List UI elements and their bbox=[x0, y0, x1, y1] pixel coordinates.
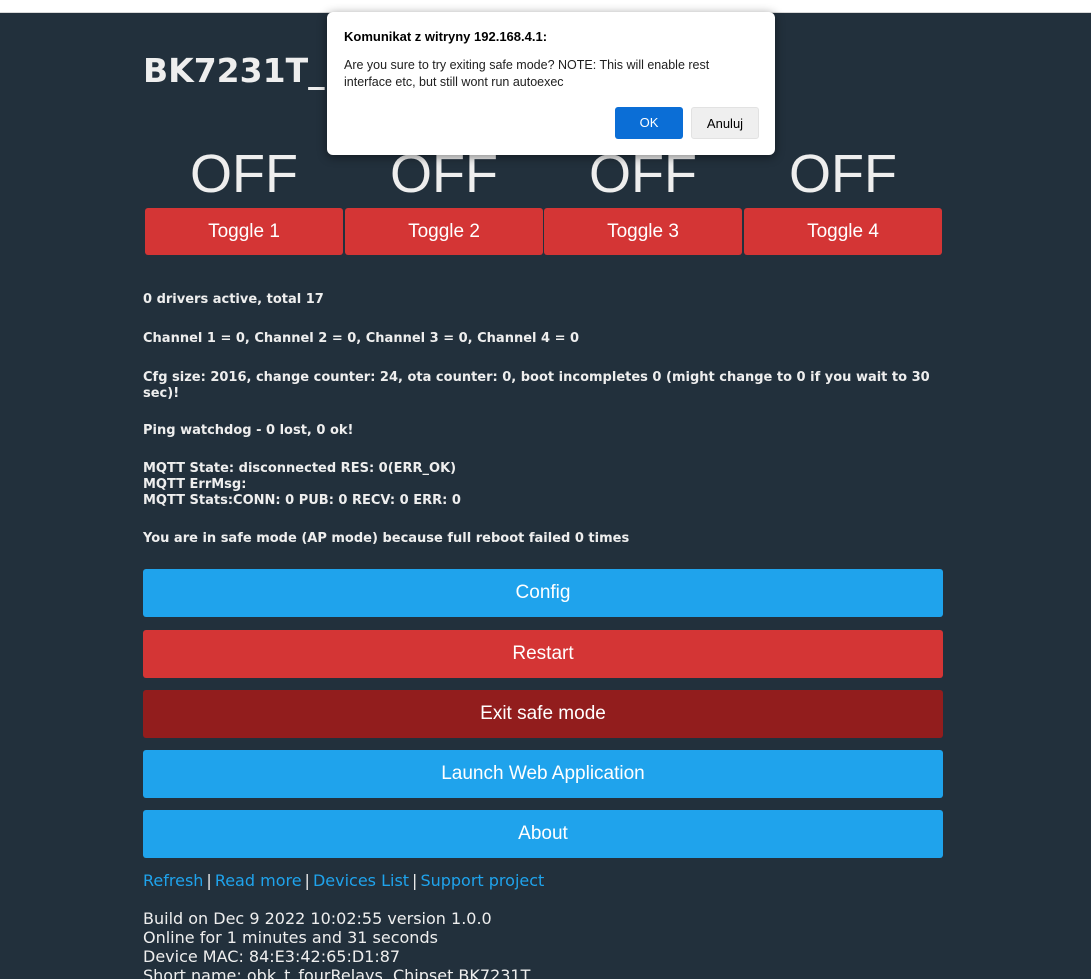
refresh-link[interactable]: Refresh bbox=[143, 871, 203, 890]
restart-button[interactable]: Restart bbox=[143, 630, 943, 678]
config-button[interactable]: Config bbox=[143, 569, 943, 617]
dialog-title: Komunikat z witryny 192.168.4.1: bbox=[344, 29, 548, 44]
drivers-status: 0 drivers active, total 17 bbox=[143, 292, 324, 307]
dialog-ok-button[interactable]: OK bbox=[615, 107, 683, 139]
dialog-message: Are you sure to try exiting safe mode? N… bbox=[344, 58, 710, 89]
toggle-3-button[interactable]: Toggle 3 bbox=[544, 208, 742, 255]
link-separator: | bbox=[304, 871, 310, 890]
safe-mode-status: You are in safe mode (AP mode) because f… bbox=[143, 531, 630, 546]
ping-watchdog-status: Ping watchdog - 0 lost, 0 ok! bbox=[143, 423, 354, 438]
online-time: Online for 1 minutes and 31 seconds bbox=[143, 928, 438, 947]
exit-safe-mode-button[interactable]: Exit safe mode bbox=[143, 690, 943, 738]
relay-1-state: OFF bbox=[190, 144, 298, 204]
relay-4-state: OFF bbox=[789, 144, 897, 204]
device-page: BK7231T_ OFF OFF OFF OFF Toggle 1 Toggle… bbox=[0, 13, 1091, 979]
mqtt-errmsg: MQTT ErrMsg: bbox=[143, 477, 247, 492]
mqtt-stats: MQTT Stats:CONN: 0 PUB: 0 RECV: 0 ERR: 0 bbox=[143, 493, 461, 508]
toggle-1-button[interactable]: Toggle 1 bbox=[145, 208, 343, 255]
page-title: BK7231T_ bbox=[143, 51, 325, 90]
build-info: Build on Dec 9 2022 10:02:55 version 1.0… bbox=[143, 909, 530, 979]
support-project-link[interactable]: Support project bbox=[420, 871, 544, 890]
channels-status: Channel 1 = 0, Channel 2 = 0, Channel 3 … bbox=[143, 331, 580, 346]
link-separator: | bbox=[412, 871, 418, 890]
mqtt-state: MQTT State: disconnected RES: 0(ERR_OK) bbox=[143, 461, 457, 476]
mqtt-status: MQTT State: disconnected RES: 0(ERR_OK) … bbox=[143, 461, 943, 509]
footer-links: Refresh | Read more | Devices List | Support p… bbox=[143, 871, 544, 890]
confirm-dialog: Komunikat z witryny 192.168.4.1: Are you… bbox=[327, 12, 775, 155]
link-separator: | bbox=[206, 871, 212, 890]
read-more-link[interactable]: Read more bbox=[215, 871, 302, 890]
launch-web-app-button[interactable]: Launch Web Application bbox=[143, 750, 943, 798]
dialog-cancel-button[interactable]: Anuluj bbox=[691, 107, 759, 139]
device-mac: Device MAC: 84:E3:42:65:D1:87 bbox=[143, 947, 401, 966]
cfg-status: Cfg size: 2016, change counter: 24, ota … bbox=[143, 370, 930, 401]
short-name: Short name: obk_t_fourRelays, Chipset BK… bbox=[143, 966, 531, 979]
toggle-2-button[interactable]: Toggle 2 bbox=[345, 208, 543, 255]
toggle-4-button[interactable]: Toggle 4 bbox=[744, 208, 942, 255]
build-version: Build on Dec 9 2022 10:02:55 version 1.0… bbox=[143, 909, 492, 928]
about-button[interactable]: About bbox=[143, 810, 943, 858]
devices-list-link[interactable]: Devices List bbox=[313, 871, 409, 890]
